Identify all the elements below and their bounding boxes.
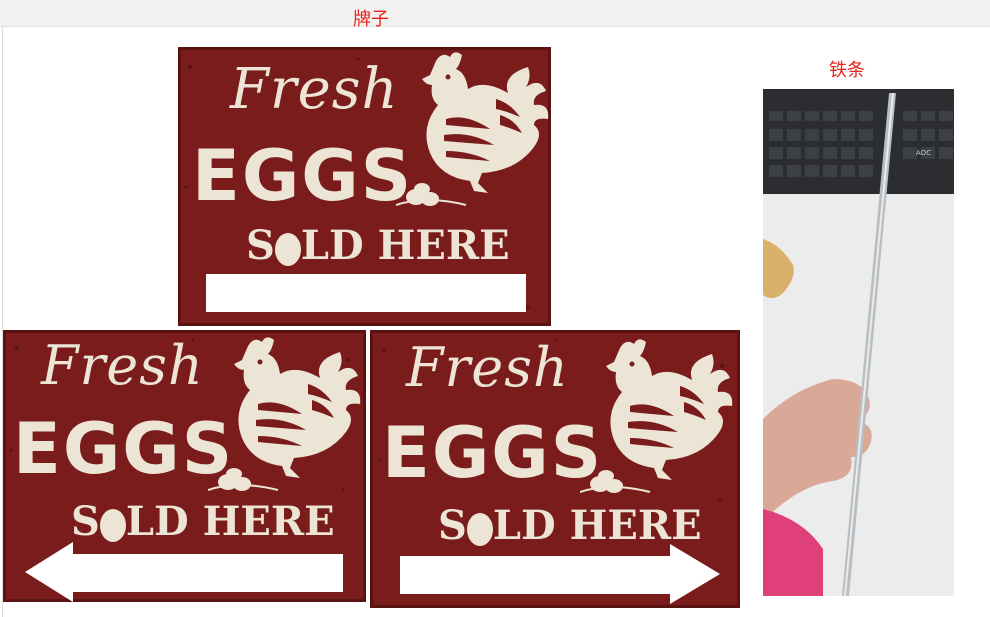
arrow-right-icon (400, 544, 720, 604)
rod-caption: 铁条 (829, 60, 865, 81)
eggs-text: EGGS (382, 412, 604, 494)
egg-icon (466, 512, 493, 546)
egg-icon (99, 508, 126, 542)
blank-panel (206, 274, 526, 312)
sold-here-text: S LD HERE (246, 222, 510, 269)
hen-icon (580, 339, 733, 493)
sold-here-text: S LD HERE (438, 502, 702, 549)
sold-rest: LD HERE (300, 222, 510, 269)
sign-blank-panel: Fresh EGGS S LD HERE (178, 47, 551, 326)
sign-caption: 牌子 (353, 9, 389, 30)
sign-arrow-right: Fresh EGGS S LD HERE (370, 330, 740, 608)
sold-s: S (246, 222, 275, 269)
fresh-text: Fresh (41, 334, 204, 397)
top-toolbar (0, 0, 990, 27)
eggs-text: EGGS (13, 408, 235, 490)
sold-rest: LD HERE (492, 502, 702, 549)
arrow-left-icon (25, 542, 343, 602)
sold-s: S (71, 498, 100, 545)
keyboard-brand: AOC (916, 149, 931, 157)
rod-photo: AOC (763, 89, 954, 596)
egg-icon (274, 232, 301, 266)
fresh-text: Fresh (230, 57, 399, 122)
hen-icon (208, 337, 361, 491)
sold-s: S (438, 502, 467, 549)
fresh-text: Fresh (406, 336, 569, 399)
sign-arrow-left: Fresh EGGS S LD HERE (3, 330, 366, 602)
photo-scene: AOC (763, 89, 954, 596)
eggs-text: EGGS (192, 135, 414, 217)
keyboard (763, 89, 954, 194)
hen-icon (396, 52, 549, 206)
